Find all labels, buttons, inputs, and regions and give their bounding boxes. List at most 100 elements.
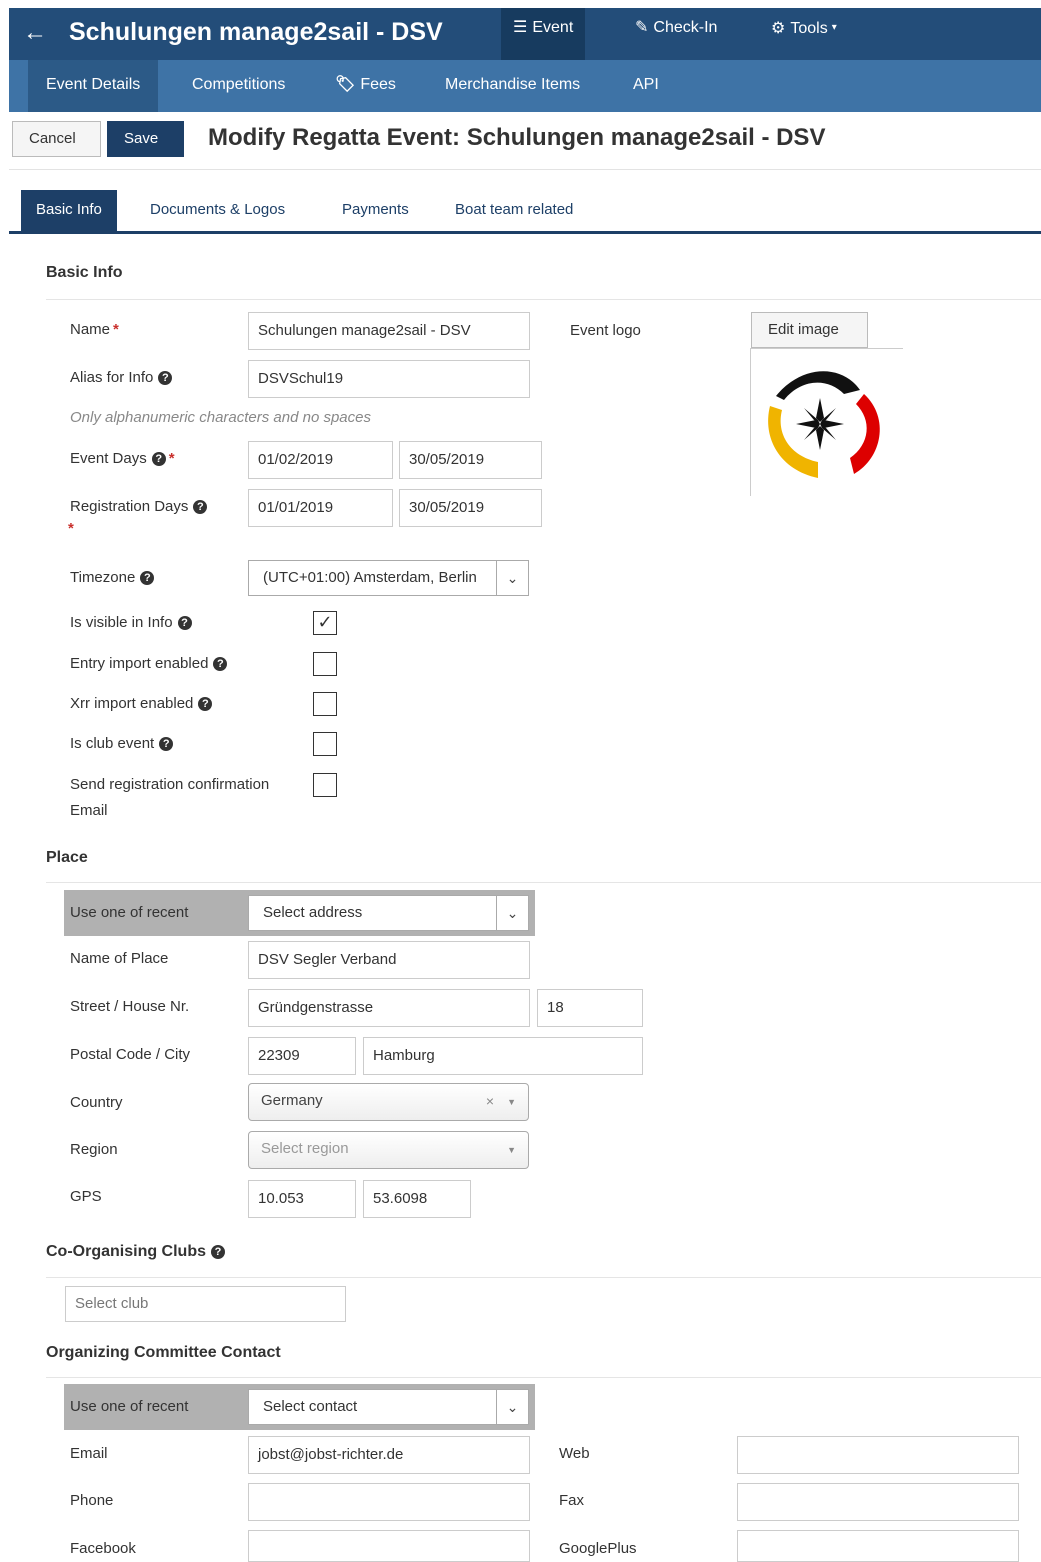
nav-check-in[interactable]: ✎ Check-In (623, 8, 729, 60)
required-mark: * (168, 450, 175, 467)
phone-input[interactable] (248, 1483, 530, 1521)
subnav-fees[interactable]: 🏷 Fees (317, 60, 414, 112)
facebook-input[interactable] (248, 1530, 530, 1562)
recent-contact-select[interactable]: Select contact ⌄ (248, 1389, 529, 1425)
clear-icon[interactable]: × (486, 1084, 494, 1118)
phone-label: Phone (70, 1492, 114, 1509)
entry-import-label: Entry import enabled? (70, 654, 228, 674)
registration-days-to-input[interactable]: 30/05/2019 (399, 489, 542, 527)
sub-navbar: Event Details Competitions 🏷 Fees Merchan… (9, 60, 1041, 112)
tab-boat-team-related[interactable]: Boat team related (440, 190, 588, 231)
help-icon[interactable]: ? (198, 697, 213, 711)
country-select[interactable]: Germany × ▼ (248, 1083, 529, 1121)
timezone-label-text: Timezone (70, 569, 136, 586)
save-button[interactable]: Save (107, 121, 184, 157)
street-input[interactable]: Gründgenstrasse (248, 989, 530, 1027)
nav-event-label: Event (532, 19, 574, 36)
co-organising-clubs-title-text: Co-Organising Clubs (46, 1243, 206, 1260)
event-days-to-input[interactable]: 30/05/2019 (399, 441, 542, 479)
tab-basic-info[interactable]: Basic Info (21, 190, 117, 231)
timezone-select[interactable]: (UTC+01:00) Amsterdam, Berlin ⌄ (248, 560, 529, 596)
edit-image-button[interactable]: Edit image (751, 312, 868, 348)
fax-input[interactable] (737, 1483, 1019, 1521)
name-input[interactable]: Schulungen manage2sail - DSV (248, 312, 530, 350)
visible-in-info-label: Is visible in Info? (70, 613, 192, 633)
web-input[interactable] (737, 1436, 1019, 1474)
nav-tools[interactable]: ⚙ Tools ▾ (759, 8, 849, 60)
tab-documents-logos[interactable]: Documents & Logos (135, 190, 300, 231)
recent-contact-label: Use one of recent (70, 1398, 189, 1415)
help-icon[interactable]: ? (193, 500, 208, 514)
place-name-input[interactable]: DSV Segler Verband (248, 941, 530, 979)
section-title-co-organising-clubs: Co-Organising Clubs? (46, 1243, 225, 1261)
back-arrow-icon[interactable]: ← (23, 18, 47, 48)
help-icon[interactable]: ? (158, 371, 173, 385)
event-title: Schulungen manage2sail - DSV (69, 18, 443, 46)
city-input[interactable]: Hamburg (363, 1037, 643, 1075)
fax-label: Fax (559, 1492, 585, 1509)
section-divider (46, 299, 1041, 300)
postal-code-input[interactable]: 22309 (248, 1037, 356, 1075)
xrr-import-checkbox[interactable] (313, 692, 337, 716)
tab-payments[interactable]: Payments (327, 190, 424, 231)
gps-longitude-input[interactable]: 10.053 (248, 1180, 356, 1218)
googleplus-input[interactable] (737, 1530, 1019, 1562)
event-logo-label: Event logo (570, 322, 641, 339)
web-label: Web (559, 1445, 590, 1462)
club-event-checkbox[interactable] (313, 732, 337, 756)
select-club-input[interactable]: Select club (65, 1286, 346, 1322)
section-title-place: Place (46, 849, 88, 866)
recent-address-select[interactable]: Select address ⌄ (248, 895, 529, 931)
alias-label: Alias for Info? (70, 368, 173, 388)
chevron-down-icon: ⌄ (496, 561, 528, 595)
event-logo-image (768, 371, 880, 478)
alias-label-text: Alias for Info (70, 369, 154, 386)
event-days-label: Event Days? * (70, 449, 175, 469)
subnav-competitions[interactable]: Competitions (174, 60, 303, 112)
email-input[interactable]: jobst@jobst-richter.de (248, 1436, 530, 1474)
event-days-from-input[interactable]: 01/02/2019 (248, 441, 393, 479)
tab-underline (9, 231, 1041, 234)
registration-days-required: * (68, 519, 74, 539)
name-label-text: Name (70, 321, 111, 338)
required-mark: * (113, 321, 119, 338)
postal-city-label: Postal Code / City (70, 1046, 191, 1063)
help-icon[interactable]: ? (159, 737, 174, 751)
subnav-event-details[interactable]: Event Details (28, 60, 159, 112)
region-select[interactable]: Select region ▼ (248, 1131, 529, 1169)
section-divider (46, 1277, 1041, 1278)
subnav-event-details-label: Event Details (46, 76, 141, 93)
help-icon[interactable]: ? (140, 571, 155, 585)
send-confirmation-checkbox[interactable] (313, 773, 337, 797)
name-label: Name * (70, 320, 119, 340)
googleplus-label: GooglePlus (559, 1540, 637, 1557)
region-label: Region (70, 1141, 118, 1158)
entry-import-checkbox[interactable] (313, 652, 337, 676)
help-icon[interactable]: ? (211, 1245, 225, 1259)
gps-latitude-input[interactable]: 53.6098 (363, 1180, 471, 1218)
gear-icon: ⚙ (771, 20, 786, 37)
list-icon: ☰ (513, 19, 528, 36)
alias-input[interactable]: DSVSchul19 (248, 360, 530, 398)
registration-days-from-input[interactable]: 01/01/2019 (248, 489, 393, 527)
subnav-api-label: API (633, 76, 659, 93)
chevron-down-icon: ⌄ (496, 1390, 528, 1424)
book-icon: ✎ (635, 19, 649, 36)
cancel-button[interactable]: Cancel (12, 121, 101, 157)
event-days-label-text: Event Days (70, 450, 147, 467)
xrr-import-label-text: Xrr import enabled (70, 695, 194, 712)
help-icon[interactable]: ? (177, 616, 192, 630)
page-title: Modify Regatta Event: Schulungen manage2… (208, 124, 826, 151)
send-confirmation-label-line2: Email (70, 802, 108, 819)
nav-event[interactable]: ☰ Event (501, 8, 586, 60)
subnav-api[interactable]: API (615, 60, 677, 112)
visible-in-info-checkbox[interactable]: ✓ (313, 611, 337, 635)
subnav-merchandise-items[interactable]: Merchandise Items (427, 60, 598, 112)
help-icon[interactable]: ? (151, 452, 166, 466)
nav-check-in-label: Check-In (653, 19, 718, 36)
caret-down-icon: ▾ (831, 22, 837, 33)
section-title-basic-info: Basic Info (46, 264, 123, 281)
help-icon[interactable]: ? (213, 657, 228, 671)
house-number-input[interactable]: 18 (537, 989, 643, 1027)
club-event-label-text: Is club event (70, 735, 155, 752)
